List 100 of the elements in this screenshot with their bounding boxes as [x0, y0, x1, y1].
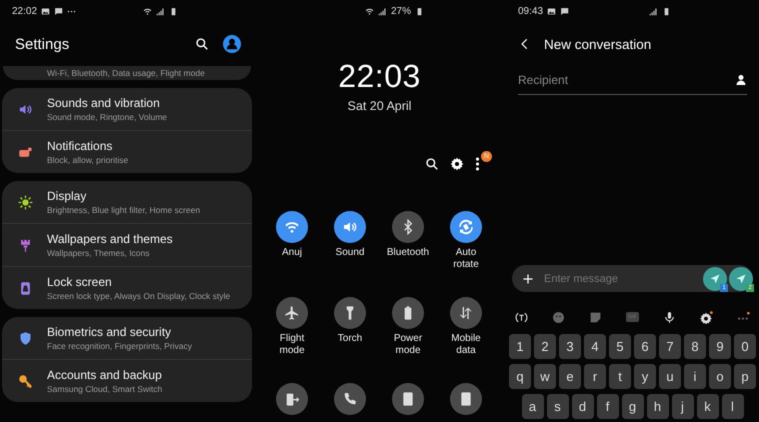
clock-time: 22:03 — [338, 58, 421, 95]
keyboard-key[interactable]: 1 — [509, 334, 531, 359]
bluetooth-icon[interactable] — [392, 211, 424, 243]
status-time: 22:02 — [12, 6, 38, 16]
signal-icon — [649, 6, 658, 16]
keyboard-key[interactable]: u — [659, 364, 681, 389]
item-subtitle: Sound mode, Ringtone, Volume — [47, 112, 168, 122]
keyboard-key[interactable]: f — [596, 394, 618, 419]
signal-icon — [156, 6, 166, 16]
keyboard-key[interactable]: 6 — [634, 334, 656, 359]
keyboard-key[interactable]: o — [709, 364, 731, 389]
message-field[interactable]: Enter message — [544, 272, 697, 284]
keyboard-key[interactable]: 7 — [659, 334, 681, 359]
chat-icon — [560, 6, 570, 16]
signal-icon — [378, 6, 387, 16]
tile-label: Auto rotate — [452, 247, 480, 270]
search-icon[interactable] — [425, 157, 439, 171]
item-subtitle: Wi-Fi, Bluetooth, Data usage, Flight mode — [47, 68, 205, 78]
recipient-field[interactable]: Recipient — [518, 73, 735, 87]
chat-icon — [54, 6, 64, 16]
keyboard-key[interactable]: l — [722, 394, 744, 419]
tile-label: Anuj — [280, 247, 303, 258]
wifi-icon — [364, 6, 374, 16]
arrows-icon[interactable] — [450, 297, 482, 329]
item-subtitle: Face recognition, Fingerprints, Privacy — [47, 341, 192, 351]
speaker-icon[interactable] — [334, 211, 366, 243]
search-icon[interactable] — [195, 37, 209, 51]
wifi-icon[interactable] — [276, 211, 308, 243]
settings-icon[interactable] — [700, 310, 713, 324]
keyboard-key[interactable]: a — [522, 394, 544, 419]
settings-item[interactable]: Wallpapers and themes Wallpapers, Themes, Icons — [2, 223, 252, 266]
settings-item[interactable]: Display Brightness, Blue light filter, Home screen — [2, 181, 252, 223]
keyboard-key[interactable]: r — [584, 364, 606, 389]
profile-icon[interactable] — [223, 35, 241, 53]
settings-item[interactable]: Notifications Block, allow, prioritise — [2, 130, 252, 173]
keyboard-key[interactable]: i — [684, 364, 706, 389]
settings-title: Settings — [15, 36, 70, 52]
text-mode-icon[interactable] — [515, 310, 528, 324]
keyboard-key[interactable]: g — [622, 394, 644, 419]
battery-icon — [169, 6, 178, 16]
keyboard-key[interactable]: d — [572, 394, 594, 419]
more-icon[interactable] — [475, 157, 480, 171]
item-title: Display — [47, 189, 88, 203]
item-subtitle: Block, allow, prioritise — [47, 155, 128, 165]
tile-label: Mobile data — [450, 333, 482, 356]
item-subtitle: Wallpapers, Themes, Icons — [47, 248, 151, 258]
item-subtitle: Screen lock type, Always On Display, Clock style — [47, 291, 230, 301]
tile-label: Flight mode — [278, 333, 306, 356]
keyboard-key[interactable]: t — [609, 364, 631, 389]
tile-label: Torch — [336, 333, 364, 344]
emoji-icon[interactable] — [552, 310, 566, 324]
keyboard-key[interactable]: 5 — [609, 334, 631, 359]
keyboard-key[interactable]: 9 — [709, 334, 731, 359]
item-subtitle: Samsung Cloud, Smart Switch — [47, 384, 162, 394]
keyboard-key[interactable]: e — [559, 364, 581, 389]
settings-card[interactable]: Wi-Fi, Bluetooth, Data usage, Flight mode — [3, 66, 251, 80]
keyboard-key[interactable]: q — [509, 364, 531, 389]
sticker-icon[interactable] — [589, 310, 602, 324]
status-time: 09:43 — [518, 6, 544, 16]
tile-label: Sound — [334, 247, 366, 258]
keyboard-key[interactable]: y — [634, 364, 656, 389]
item-title: Lock screen — [47, 275, 113, 289]
phone-icon[interactable] — [334, 383, 366, 415]
keyboard-key[interactable]: h — [646, 394, 668, 419]
keyboard-key[interactable]: 0 — [734, 334, 756, 359]
plus-icon[interactable] — [522, 272, 534, 284]
keyboard-key[interactable]: s — [546, 394, 568, 419]
contact-icon[interactable] — [735, 74, 747, 86]
keyboard-key[interactable]: p — [734, 364, 756, 389]
flashlight-icon[interactable] — [334, 297, 366, 329]
microphone-icon[interactable] — [662, 310, 676, 324]
paper-plane-icon — [735, 272, 747, 284]
document-icon[interactable] — [392, 383, 424, 415]
keyboard-key[interactable]: 4 — [584, 334, 606, 359]
settings-item[interactable]: Sounds and vibration Sound mode, Ringtone, Volume — [2, 88, 252, 130]
settings-item[interactable]: Accounts and backup Samsung Cloud, Smart Switch — [2, 359, 252, 402]
settings-icon[interactable] — [450, 157, 464, 171]
item-subtitle: Brightness, Blue light filter, Home screen — [47, 205, 200, 215]
keyboard-key[interactable]: w — [534, 364, 556, 389]
keyboard-key[interactable]: j — [672, 394, 694, 419]
keyboard-key[interactable]: 3 — [559, 334, 581, 359]
paper-plane-icon — [709, 272, 721, 284]
settings-item[interactable]: Biometrics and security Face recognition, Fingerprints, Privacy — [2, 317, 252, 359]
keyboard-key[interactable]: 8 — [684, 334, 706, 359]
rotate-icon[interactable] — [450, 211, 482, 243]
tile-label: Bluetooth — [386, 247, 430, 258]
image-icon — [41, 6, 50, 16]
airplane-icon[interactable] — [276, 297, 308, 329]
item-title: Wallpapers and themes — [47, 232, 173, 246]
settings-item[interactable]: Lock screen Screen lock type, Always On Display, Clock style — [2, 266, 252, 309]
document-icon[interactable] — [450, 383, 482, 415]
wifi-icon — [143, 6, 152, 16]
item-title: Notifications — [47, 139, 114, 153]
battery-icon — [662, 6, 672, 16]
keyboard-key[interactable]: 2 — [534, 334, 556, 359]
image-icon — [547, 6, 556, 16]
tile-label: Power mode — [392, 333, 424, 356]
battery-icon — [415, 6, 424, 16]
battery-icon[interactable] — [392, 297, 424, 329]
keyboard-key[interactable]: k — [696, 394, 718, 419]
